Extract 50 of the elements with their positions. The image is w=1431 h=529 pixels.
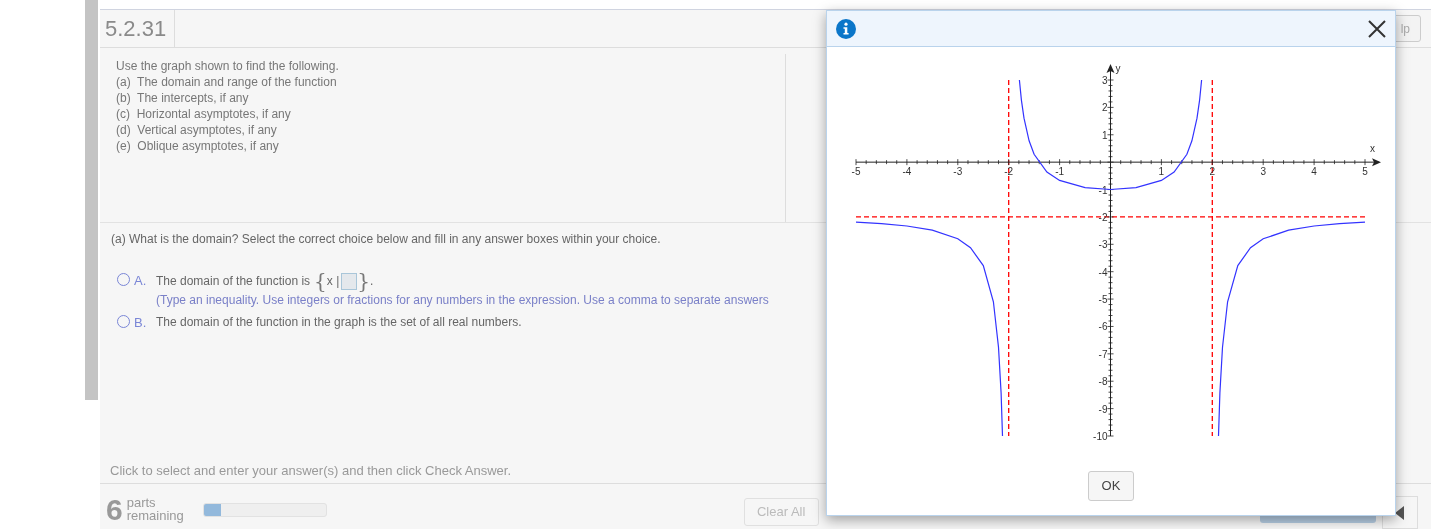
brace: {	[314, 272, 327, 290]
instruction-line: (d) Vertical asymptotes, if any	[116, 122, 278, 138]
period-text: .	[370, 273, 374, 290]
tick-label: -4	[1098, 266, 1108, 278]
problem-number: 5.2.31	[100, 10, 176, 47]
tick-label: 3	[1260, 166, 1266, 178]
tick-label: 5	[1362, 166, 1368, 178]
axis-label: y	[1115, 63, 1121, 74]
instruction-line: (c) Horizontal asymptotes, if any	[116, 106, 292, 122]
left-arrow-icon	[1395, 505, 1405, 520]
parts-count: 6	[106, 496, 123, 524]
axis-label: x	[1370, 143, 1375, 155]
clear-all-button[interactable]: Clear All	[743, 498, 819, 526]
tick-label: -6	[1098, 321, 1108, 333]
tick-label: -1	[1055, 166, 1065, 178]
close-icon[interactable]	[1368, 19, 1386, 38]
instruction-text: Click to select and enter your answer(s) and then click Check Answer.	[109, 462, 512, 480]
tick-label: 4	[1311, 166, 1317, 178]
ok-button[interactable]: OK	[1088, 471, 1134, 501]
choice-letter: A.	[134, 272, 148, 290]
instruction-line: (b) The intercepts, if any	[116, 90, 250, 106]
hint-text: (Type an inequality. Use integers or fractions for any numbers in the expression. Use a comma to separate answers	[156, 292, 769, 309]
tick-label: 1	[1158, 166, 1165, 178]
scrollbar[interactable]	[85, 0, 98, 400]
answer-box[interactable]	[341, 272, 358, 290]
tick-label: -4	[902, 166, 912, 178]
tick-label: 1	[1101, 129, 1108, 141]
choice-letter: B.	[134, 314, 148, 332]
brace: }	[357, 272, 370, 290]
tick-label: -2	[1004, 166, 1014, 178]
tick-label: -3	[953, 166, 963, 178]
instruction-line: (a) The domain and range of the function	[116, 74, 338, 90]
instruction-line: Use the graph shown to find the following.	[116, 58, 340, 74]
info-icon	[836, 18, 856, 39]
question-text: (a) What is the domain? Select the correct choice below and fill in any answer boxes within your choice.	[111, 231, 661, 248]
tick-label: -9	[1098, 403, 1108, 415]
choice-text: The domain of the function is	[156, 273, 311, 290]
tick-label: -7	[1098, 348, 1108, 360]
tick-label: 2	[1209, 166, 1216, 178]
instruction-line: (e) Oblique asymptotes, if any	[116, 138, 280, 154]
choice-text: The domain of the function in the graph is the set of all real numbers.	[156, 314, 522, 331]
tick-label: 3	[1101, 75, 1108, 86]
tick-label: -8	[1098, 376, 1108, 388]
tick-label: -3	[1098, 239, 1108, 251]
tick-label: -10	[1093, 431, 1108, 442]
tick-label: 2	[1101, 102, 1108, 114]
parts-label: parts remaining	[126, 496, 185, 522]
tick-label: -5	[851, 166, 861, 178]
tick-label: -5	[1098, 294, 1108, 306]
math-text: x |	[326, 274, 340, 288]
